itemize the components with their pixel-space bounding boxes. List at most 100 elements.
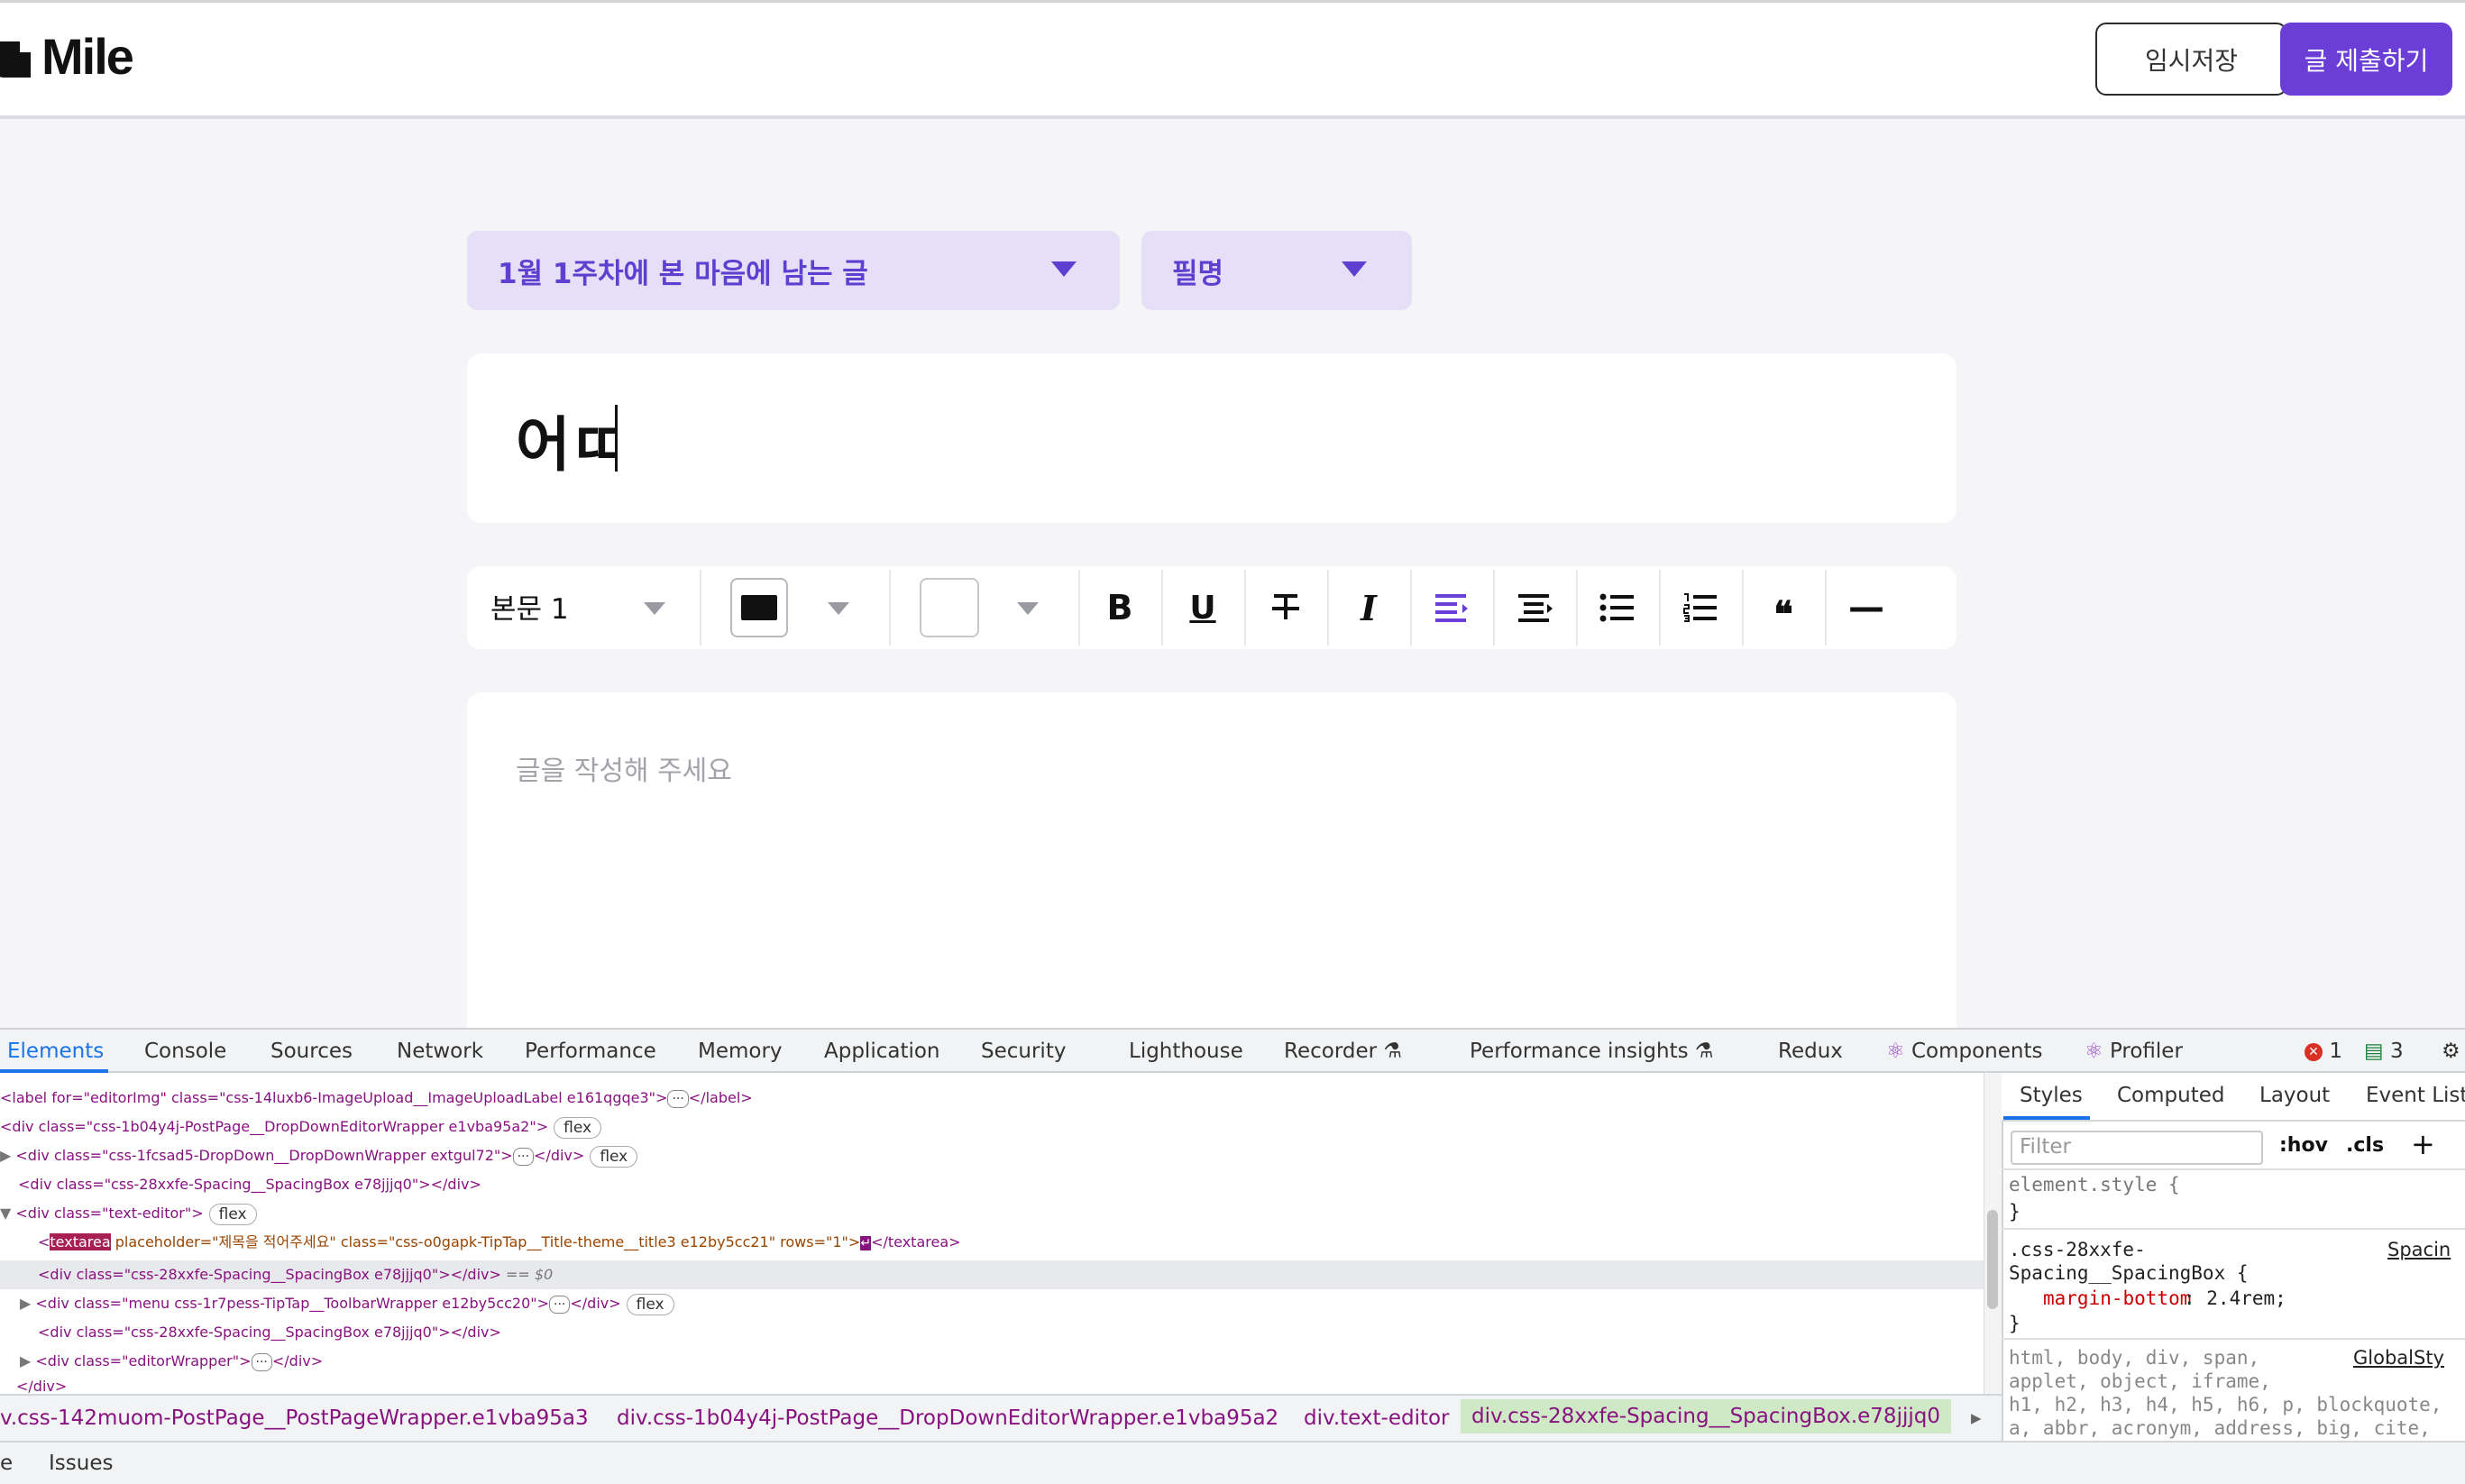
dom-line-end: </label> [688,1089,753,1106]
css-property[interactable]: margin-bottom [2043,1287,2191,1309]
breadcrumb-item[interactable]: div.text-editor [1304,1406,1450,1430]
ellipsis-icon[interactable]: ··· [549,1295,571,1314]
hover-state-toggle[interactable]: :hov [2279,1134,2328,1157]
dom-line-text: <div class="css-1fcsad5-DropDown__DropDo… [15,1147,513,1164]
dom-line[interactable]: ▶ <div class="css-1fcsad5-DropDown__Drop… [0,1141,638,1170]
underline-button[interactable]: U [1163,570,1242,646]
flex-badge[interactable]: flex [554,1116,602,1139]
text-style-select[interactable]: 본문 1 [490,586,569,627]
error-count[interactable]: ✕ 1 [2305,1040,2342,1063]
bold-button[interactable]: B [1080,570,1159,646]
submit-post-button[interactable]: 글 제출하기 [2280,23,2452,96]
dom-line-end: </div> [271,1352,324,1369]
dom-line[interactable]: <div class="css-28xxfe-Spacing__SpacingB… [38,1318,501,1347]
gear-icon[interactable]: ⚙ [2442,1040,2460,1063]
inherited-selector: html, body, div, span, [2009,1347,2260,1369]
search-highlight: textarea [50,1233,111,1250]
dom-line[interactable]: <div class="css-1b04y4j-PostPage__DropDo… [0,1113,602,1141]
dom-line-end: </textarea> [871,1233,961,1250]
bold-icon: B [1106,588,1133,627]
italic-button[interactable]: I [1329,570,1408,646]
devtools-tab-performance[interactable]: Performance [525,1040,656,1063]
styles-filter-input[interactable]: Filter [2011,1131,2263,1165]
rule-selector-cont: Spacing__SpacingBox { [2009,1262,2249,1284]
title-input[interactable] [467,353,1956,523]
temp-save-button[interactable]: 임시저장 [2095,23,2287,96]
dom-line-text: <div class="editorWrapper"> [35,1352,252,1369]
breadcrumb-item[interactable]: div.css-1b04y4j-PostPage__DropDownEditor… [617,1406,1278,1430]
dom-line[interactable]: ▼ <div class="text-editor"> flex [0,1199,257,1228]
devtools-tab-network[interactable]: Network [397,1040,483,1063]
devtools-tab-redux[interactable]: Redux [1778,1040,1843,1063]
pen-name-dropdown[interactable]: 필명 [1141,231,1412,310]
chevron-down-icon[interactable] [644,602,665,615]
align-left-button[interactable] [1412,570,1491,646]
divider [2002,1228,2465,1230]
devtools-tab-elements[interactable]: Elements [7,1040,104,1063]
drawer-tab-issues[interactable]: Issues [49,1452,113,1475]
chevron-down-icon[interactable] [1017,602,1039,615]
collapse-arrow-icon[interactable]: ▼ [0,1205,15,1222]
numbered-list-button[interactable] [1661,570,1740,646]
rule-source-link[interactable]: GlobalSty [2353,1347,2444,1369]
class-toggle[interactable]: .cls [2346,1134,2384,1157]
styles-tab-event-listeners[interactable]: Event List [2366,1084,2465,1107]
chevron-down-icon [1051,261,1077,277]
expand-arrow-icon[interactable]: ▶ [0,1147,15,1164]
toolbar-divider [889,570,891,646]
components-label: Components [1911,1040,2043,1063]
breadcrumb-item-active[interactable]: div.css-28xxfe-Spacing__SpacingBox.e78jj… [1461,1399,1951,1434]
align-center-button[interactable] [1495,570,1574,646]
dom-line-text: <div class="css-28xxfe-Spacing__SpacingB… [38,1324,501,1341]
ellipsis-icon[interactable]: ··· [512,1147,535,1166]
ellipsis-icon[interactable]: ··· [667,1089,689,1108]
divider [2002,1338,2465,1340]
dom-line-selected[interactable]: <div class="css-28xxfe-Spacing__SpacingB… [38,1260,553,1289]
message-count[interactable]: ▤ 3 [2364,1040,2404,1063]
horizontal-rule-button[interactable]: — [1827,570,1906,646]
dom-line[interactable]: <label for="editorImg" class="css-14luxb… [0,1084,753,1113]
bullet-list-button[interactable] [1578,570,1657,646]
chevron-down-icon[interactable] [828,602,849,615]
expand-arrow-icon[interactable]: ▶ [20,1295,35,1312]
css-value[interactable]: : 2.4rem; [2184,1287,2286,1309]
dom-line[interactable]: <div class="css-28xxfe-Spacing__SpacingB… [18,1170,481,1199]
logo[interactable]: Mile [41,27,134,86]
ellipsis-icon[interactable]: ··· [251,1352,272,1371]
topic-dropdown[interactable]: 1월 1주차에 본 마음에 남는 글 [467,231,1120,310]
expand-arrow-icon[interactable]: ▶ [20,1352,35,1369]
flex-badge[interactable]: flex [626,1293,674,1315]
blockquote-button[interactable]: ❝ [1744,570,1823,646]
flex-badge[interactable]: flex [208,1203,257,1225]
rule-close: } [2009,1201,2021,1223]
dom-line[interactable]: ▶ <div class="menu css-1r7pess-TipTap__T… [20,1289,674,1318]
react-icon: ⚛ [2085,1040,2103,1063]
strikethrough-button[interactable] [1246,570,1325,646]
body-editor[interactable] [467,692,1956,1028]
rule-source-link[interactable]: Spacin [2387,1239,2451,1260]
devtools-tab-memory[interactable]: Memory [698,1040,783,1063]
body-placeholder: 글을 작성해 주세요 [516,756,732,787]
devtools-tab-lighthouse[interactable]: Lighthouse [1129,1040,1243,1063]
add-rule-icon[interactable]: + [2411,1127,2435,1161]
dom-scrollbar-thumb[interactable] [1987,1210,1998,1309]
breadcrumb-item[interactable]: v.css-142muom-PostPage__PostPageWrapper.… [0,1406,589,1430]
chevron-right-icon[interactable]: ▸ [1971,1406,1982,1430]
devtools-tab-application[interactable]: Application [824,1040,940,1063]
drawer-tab-partial[interactable]: e [0,1452,13,1475]
background-color-picker[interactable] [920,578,979,637]
styles-tabbar: Styles Computed Layout Event List [2002,1073,2465,1122]
styles-tab-styles[interactable]: Styles [2020,1084,2083,1107]
devtools-tab-console[interactable]: Console [144,1040,226,1063]
flex-badge[interactable]: flex [590,1145,638,1168]
devtools-tab-components[interactable]: ⚛ Components [1886,1040,2042,1063]
dom-line[interactable]: <textarea placeholder="제목을 적어주세요" class=… [38,1228,961,1257]
devtools-tab-sources[interactable]: Sources [270,1040,353,1063]
devtools-tab-recorder[interactable]: Recorder ⚗ [1284,1040,1402,1063]
devtools-tab-performance-insights[interactable]: Performance insights ⚗ [1470,1040,1714,1063]
devtools-tab-profiler[interactable]: ⚛ Profiler [2085,1040,2183,1063]
styles-tab-computed[interactable]: Computed [2117,1084,2224,1107]
dom-line-text: <div class="css-28xxfe-Spacing__SpacingB… [18,1176,481,1193]
styles-tab-layout[interactable]: Layout [2259,1084,2330,1107]
devtools-tab-security[interactable]: Security [981,1040,1066,1063]
